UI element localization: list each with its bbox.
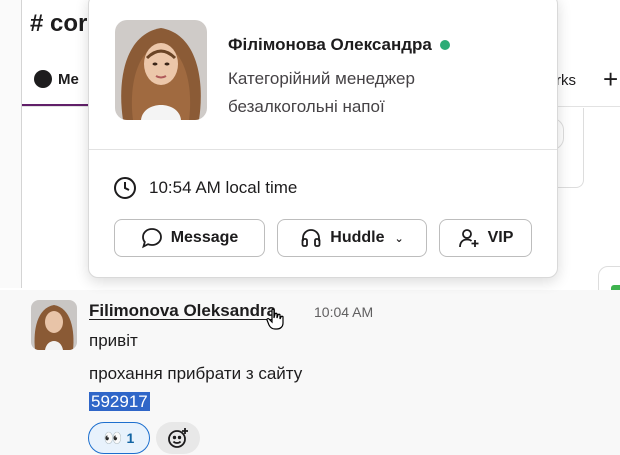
huddle-button-label: Huddle [330, 229, 385, 246]
sender-avatar[interactable] [31, 300, 77, 350]
left-rail [0, 0, 22, 288]
hand-cursor-icon [266, 308, 284, 330]
tab-workflows[interactable]: rks [556, 72, 576, 89]
eyes-emoji: 👀 [103, 430, 123, 447]
clock-icon [114, 177, 136, 199]
presence-active-icon [439, 40, 450, 50]
profile-photo[interactable] [115, 20, 207, 120]
tab-messages-label: Me [58, 70, 79, 88]
add-reaction-button[interactable] [156, 422, 200, 454]
message-line: привіт [89, 331, 138, 350]
message-button-label: Message [170, 229, 239, 246]
message-bubble-icon [34, 70, 52, 88]
local-time: 10:54 AM local time [113, 176, 297, 200]
add-emoji-icon [168, 428, 188, 448]
huddle-button[interactable]: Huddle ⌄ [277, 219, 427, 257]
vip-button-label: VIP [487, 229, 514, 246]
message-button[interactable]: Message [114, 219, 265, 257]
headphones-icon [301, 229, 321, 247]
reaction-count: 1 [126, 430, 135, 446]
profile-name-text: Філімонова Олександра [228, 35, 432, 54]
channel-title[interactable]: # cor [30, 10, 87, 38]
message-line-selected: 592917 [89, 392, 150, 412]
local-time-text: 10:54 AM local time [149, 178, 298, 197]
profile-title: Категорійний менеджер безалкогольні напо… [228, 69, 415, 116]
profile-card: Філімонова Олександра Категорійний менед… [88, 0, 558, 278]
message-sender-name[interactable]: Filimonova Oleksandra [89, 301, 276, 321]
chevron-down-icon: ⌄ [394, 232, 404, 245]
vip-button[interactable]: VIP [439, 219, 532, 257]
message-bubble-icon [141, 228, 162, 249]
selected-text: 592917 [89, 392, 150, 411]
add-person-icon [458, 229, 479, 248]
reaction-eyes[interactable]: 👀 1 [88, 422, 150, 454]
card-divider [89, 149, 557, 150]
add-tab-button[interactable]: + [603, 64, 618, 95]
profile-name: Філімонова Олександра [228, 35, 450, 55]
message-line: прохання прибрати з сайту [89, 364, 303, 383]
message-timestamp[interactable]: 10:04 AM [314, 304, 373, 320]
tab-messages[interactable]: Me [34, 70, 79, 88]
